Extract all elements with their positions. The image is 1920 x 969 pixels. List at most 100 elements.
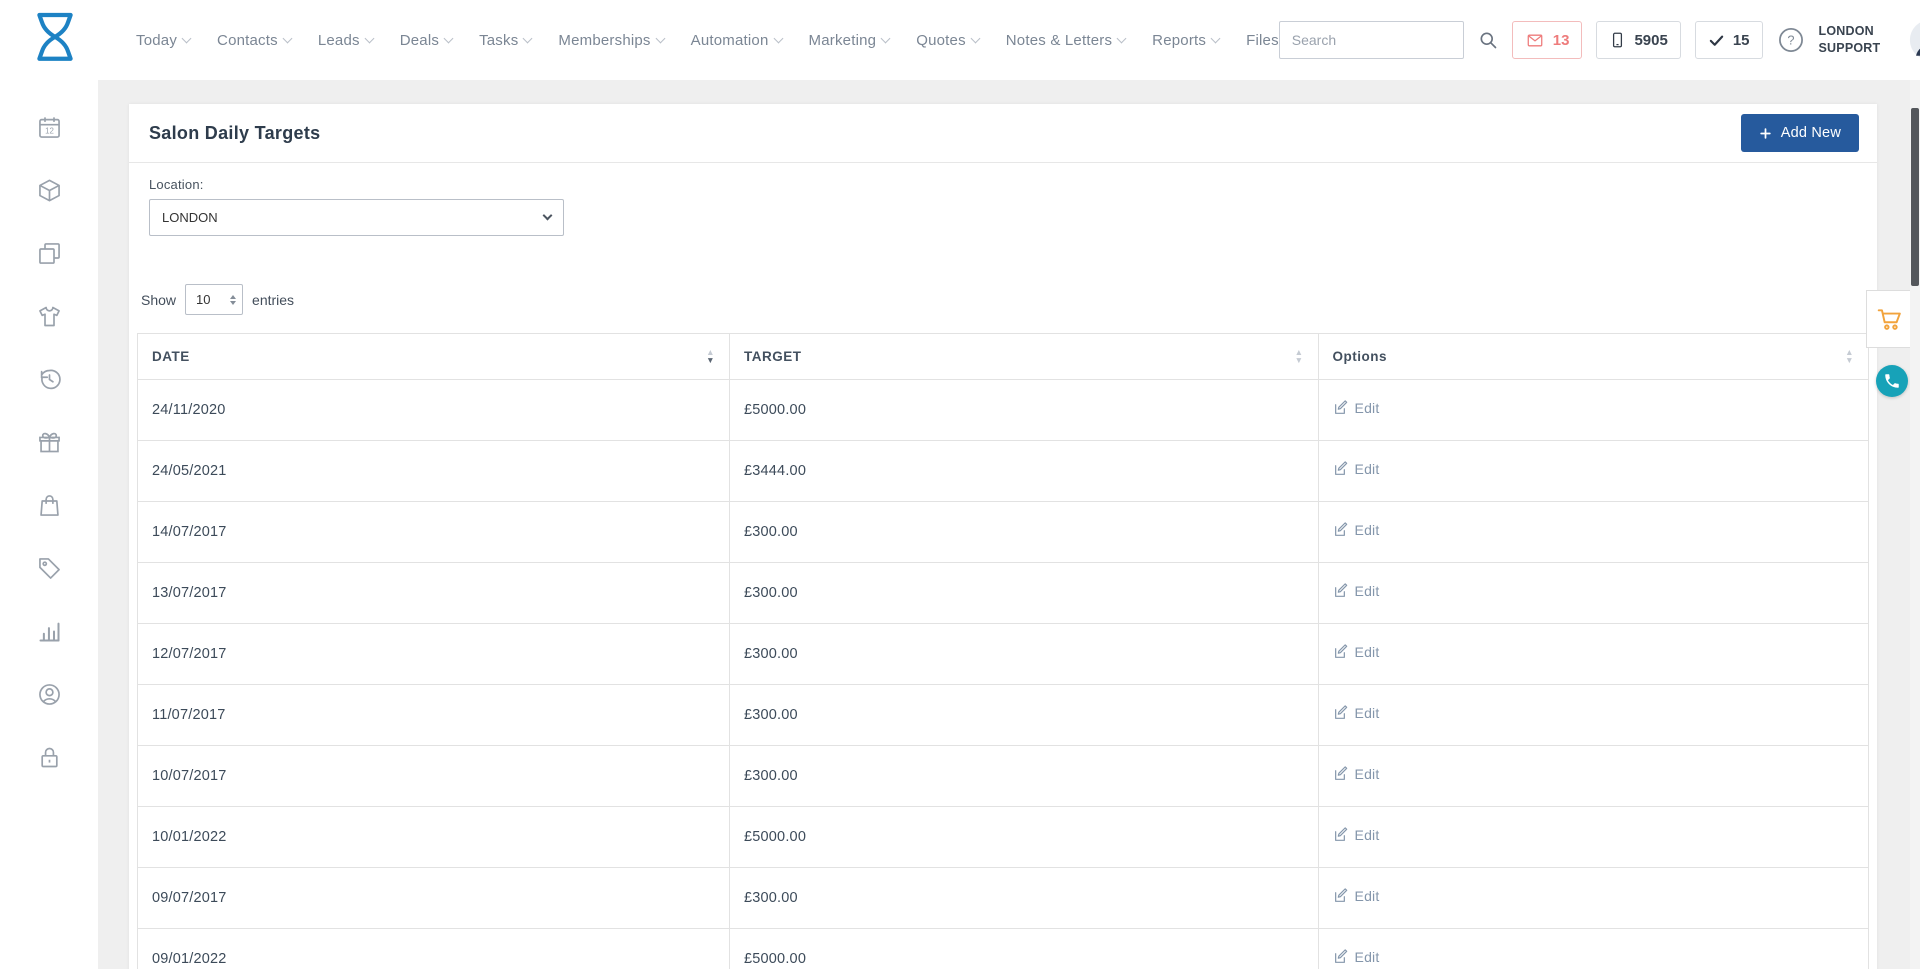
tasks-badge[interactable]: 15 <box>1695 21 1763 59</box>
search-input[interactable] <box>1279 21 1464 59</box>
nav-item-label: Notes & Letters <box>1006 32 1112 49</box>
daily-targets-table: DATE ▲▼ TARGET ▲▼ <box>137 333 1869 969</box>
chevron-down-icon <box>444 33 454 43</box>
chevron-down-icon <box>1117 33 1127 43</box>
edit-link[interactable]: Edit <box>1333 461 1380 477</box>
edit-link[interactable]: Edit <box>1333 644 1380 660</box>
help-icon[interactable]: ? <box>1777 26 1805 54</box>
vertical-scrollbar[interactable] <box>1910 80 1920 969</box>
location-select[interactable]: LONDON <box>149 199 564 236</box>
sidebar-item-shirt[interactable] <box>36 303 63 330</box>
page-size-select[interactable]: 10 <box>185 284 243 315</box>
edit-link[interactable]: Edit <box>1333 888 1380 904</box>
content-area: Salon Daily Targets Add New Location: LO… <box>98 80 1920 969</box>
sidebar-item-history[interactable] <box>36 366 63 393</box>
target-cell: £300.00 <box>730 746 1319 807</box>
sidebar-item-shopping-bag[interactable] <box>36 492 63 519</box>
edit-link[interactable]: Edit <box>1333 400 1380 416</box>
column-header-target[interactable]: TARGET ▲▼ <box>730 334 1319 380</box>
phone-number: 5905 <box>1634 32 1667 49</box>
nav-item-label: Deals <box>400 32 439 49</box>
edit-icon <box>1333 644 1349 660</box>
edit-link[interactable]: Edit <box>1333 766 1380 782</box>
add-new-button[interactable]: Add New <box>1741 114 1859 152</box>
scrollbar-thumb[interactable] <box>1911 108 1919 286</box>
table-row: 11/07/2017 £300.00 Edit <box>138 685 1869 746</box>
entries-label: entries <box>252 292 294 308</box>
sidebar-item-package[interactable] <box>36 177 63 204</box>
target-cell: £300.00 <box>730 685 1319 746</box>
top-header: Today Contacts Leads Deals Tasks Members… <box>0 0 1920 80</box>
sidebar-item-tag[interactable] <box>36 555 63 582</box>
options-cell: Edit <box>1318 807 1868 868</box>
edit-label: Edit <box>1355 949 1380 965</box>
nav-item-automation[interactable]: Automation <box>691 32 782 49</box>
salon-daily-targets-card: Salon Daily Targets Add New Location: LO… <box>129 104 1877 969</box>
target-cell: £300.00 <box>730 502 1319 563</box>
edit-label: Edit <box>1355 888 1380 904</box>
target-cell: £300.00 <box>730 563 1319 624</box>
date-header-label: DATE <box>152 349 190 364</box>
sort-arrows-icon: ▲▼ <box>1295 349 1304 364</box>
nav-item-contacts[interactable]: Contacts <box>217 32 291 49</box>
app-logo-hourglass-icon[interactable] <box>30 10 80 70</box>
target-cell: £5000.00 <box>730 380 1319 441</box>
edit-icon <box>1333 522 1349 538</box>
table-row: 12/07/2017 £300.00 Edit <box>138 624 1869 685</box>
nav-item-marketing[interactable]: Marketing <box>809 32 890 49</box>
edit-link[interactable]: Edit <box>1333 583 1380 599</box>
nav-item-today[interactable]: Today <box>136 32 190 49</box>
nav-item-notes-letters[interactable]: Notes & Letters <box>1006 32 1125 49</box>
sidebar-item-lock[interactable] <box>36 744 63 771</box>
edit-link[interactable]: Edit <box>1333 705 1380 721</box>
target-cell: £5000.00 <box>730 929 1319 969</box>
copy-icon <box>36 240 63 267</box>
phone-extension-badge[interactable]: 5905 <box>1596 21 1680 59</box>
shopping-bag-icon <box>36 492 63 519</box>
nav-item-memberships[interactable]: Memberships <box>558 32 663 49</box>
edit-icon <box>1333 949 1349 965</box>
table-row: 13/07/2017 £300.00 Edit <box>138 563 1869 624</box>
card-header: Salon Daily Targets Add New <box>129 104 1877 163</box>
edit-label: Edit <box>1355 705 1380 721</box>
date-cell: 13/07/2017 <box>138 563 730 624</box>
date-cell: 12/07/2017 <box>138 624 730 685</box>
chevron-down-icon <box>1211 33 1221 43</box>
calendar-icon: 12 <box>36 114 63 141</box>
edit-link[interactable]: Edit <box>1333 522 1380 538</box>
sidebar-item-gift[interactable] <box>36 429 63 456</box>
nav-item-tasks[interactable]: Tasks <box>479 32 531 49</box>
sidebar-item-calendar[interactable]: 12 <box>36 114 63 141</box>
mail-count: 13 <box>1553 32 1570 49</box>
sidebar-item-support-agent[interactable] <box>36 681 63 708</box>
call-widget-button[interactable] <box>1876 365 1908 397</box>
user-avatar[interactable] <box>1909 19 1920 61</box>
nav-item-label: Automation <box>691 32 769 49</box>
table-row: 10/01/2022 £5000.00 Edit <box>138 807 1869 868</box>
edit-label: Edit <box>1355 400 1380 416</box>
nav-item-reports[interactable]: Reports <box>1152 32 1219 49</box>
nav-item-quotes[interactable]: Quotes <box>916 32 979 49</box>
sidebar-item-copy[interactable] <box>36 240 63 267</box>
mail-notifications-badge[interactable]: 13 <box>1512 21 1583 59</box>
sidebar-item-bar-chart[interactable] <box>36 618 63 645</box>
plus-icon <box>1759 127 1772 140</box>
nav-item-leads[interactable]: Leads <box>318 32 373 49</box>
nav-item-label: Today <box>136 32 177 49</box>
tag-icon <box>36 555 63 582</box>
nav-item-files[interactable]: Files <box>1246 32 1279 49</box>
nav-item-deals[interactable]: Deals <box>400 32 452 49</box>
svg-text:?: ? <box>1787 33 1794 48</box>
shopping-cart-icon <box>1876 306 1902 332</box>
column-header-date[interactable]: DATE ▲▼ <box>138 334 730 380</box>
package-icon <box>36 177 63 204</box>
lock-icon <box>36 744 63 771</box>
table-row: 24/11/2020 £5000.00 Edit <box>138 380 1869 441</box>
edit-link[interactable]: Edit <box>1333 827 1380 843</box>
cart-widget-button[interactable] <box>1866 290 1912 348</box>
search-icon[interactable] <box>1478 30 1498 50</box>
column-header-options[interactable]: Options ▲▼ <box>1318 334 1868 380</box>
bar-chart-icon <box>36 618 63 645</box>
edit-link[interactable]: Edit <box>1333 949 1380 965</box>
date-cell: 09/07/2017 <box>138 868 730 929</box>
